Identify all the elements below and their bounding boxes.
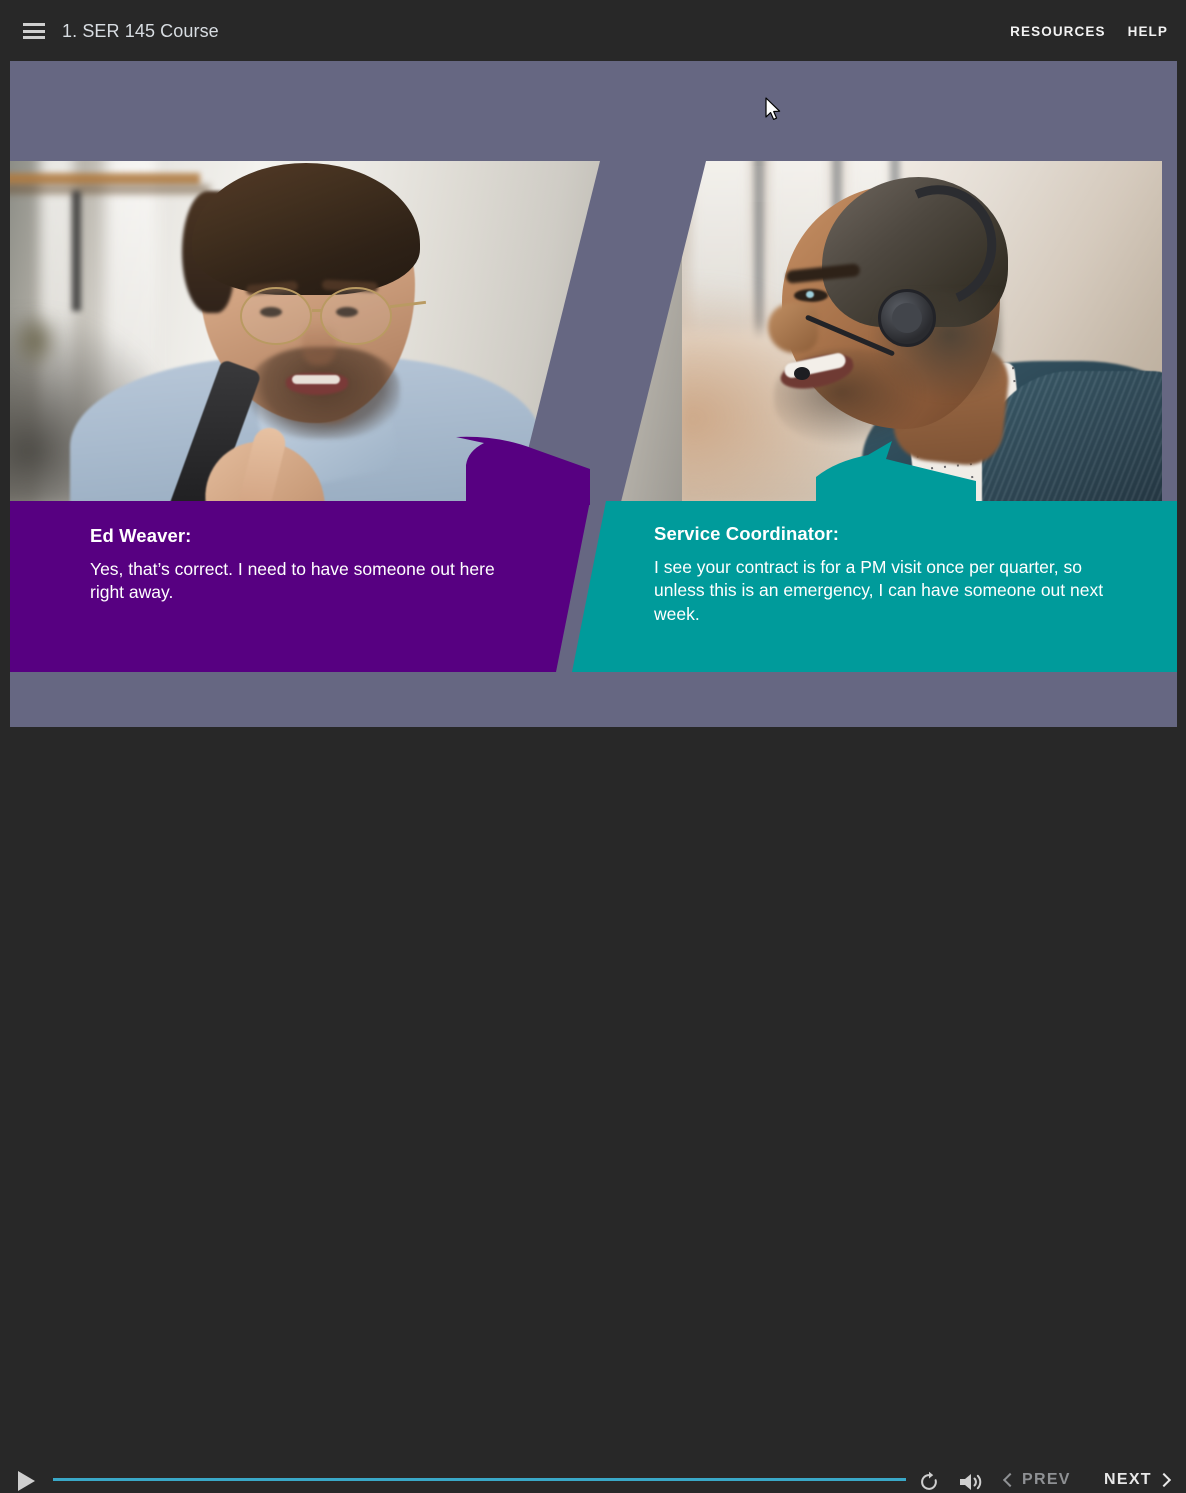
prev-label: PREV (1022, 1471, 1071, 1488)
help-link[interactable]: HELP (1128, 24, 1168, 39)
glasses-temple (389, 300, 427, 308)
hamburger-bar (23, 23, 45, 26)
caption-speaker-name: Service Coordinator: (654, 523, 839, 544)
chevron-left-icon (1002, 1472, 1018, 1488)
media-band-edge-fill (1162, 161, 1177, 501)
photo-bg-plant (10, 311, 60, 371)
caption-ed-weaver: Ed Weaver: Yes, that’s correct. I need t… (10, 501, 590, 672)
photo-hair (192, 163, 420, 295)
glasses-lens (320, 287, 392, 345)
photo-nose (768, 303, 818, 353)
hamburger-bar (23, 36, 45, 39)
player-control-bar: PREV NEXT (0, 727, 1186, 1491)
next-label: NEXT (1104, 1471, 1152, 1488)
replay-icon[interactable] (918, 1471, 940, 1493)
photo-teeth (292, 375, 340, 384)
hamburger-bar (23, 29, 45, 33)
photo-service-coordinator (682, 161, 1177, 501)
top-nav: RESOURCES HELP (1010, 24, 1168, 39)
photo-eye-highlight (806, 291, 814, 298)
photo-headset-mic (794, 367, 810, 380)
prev-button[interactable]: PREV (1002, 1471, 1071, 1489)
top-bar: 1. SER 145 Course RESOURCES HELP (0, 0, 1186, 61)
photo-headset-earcup-inner (892, 303, 922, 333)
resources-link[interactable]: RESOURCES (1010, 24, 1105, 39)
chevron-right-icon (1156, 1472, 1171, 1488)
glasses-lens (240, 287, 312, 345)
glasses-bridge (312, 309, 322, 312)
hamburger-menu-icon[interactable] (23, 23, 45, 39)
photo-bg-shelf (10, 173, 200, 185)
seek-bar[interactable] (53, 1474, 906, 1486)
photo-bg-shelf (10, 185, 210, 194)
mouse-cursor (765, 97, 781, 120)
volume-icon[interactable] (958, 1471, 984, 1493)
caption-text: Yes, that’s correct. I need to have some… (90, 559, 495, 603)
slide-stage: Ed Weaver: Yes, that’s correct. I need t… (10, 61, 1177, 727)
photo-glasses (234, 287, 427, 345)
hover-highlight (747, 166, 827, 202)
page-title: 1. SER 145 Course (62, 21, 219, 41)
next-button[interactable]: NEXT (1104, 1471, 1171, 1489)
media-band (10, 161, 1177, 501)
seek-progress (53, 1478, 906, 1481)
play-icon[interactable] (18, 1471, 35, 1491)
caption-service-coordinator: Service Coordinator: I see your contract… (572, 501, 1177, 672)
photo-bg-shelf-leg (72, 191, 81, 311)
caption-speaker-name: Ed Weaver: (90, 525, 192, 546)
caption-text: I see your contract is for a PM visit on… (654, 557, 1104, 624)
